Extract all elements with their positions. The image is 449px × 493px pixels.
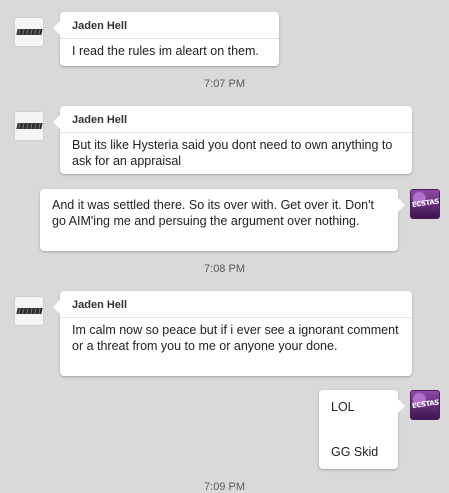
bubble-divider [60, 132, 412, 133]
brand-logo-icon [16, 308, 43, 314]
bubble-divider [60, 317, 412, 318]
sender-name: Jaden Hell [72, 299, 128, 311]
incoming-message: Jaden Hell But its like Hysteria said yo… [53, 106, 412, 174]
timestamp: 7:08 PM [204, 263, 245, 275]
user-avatar[interactable]: ECSTASY [410, 189, 440, 219]
message-text: I read the rules im aleart on them. [72, 44, 259, 58]
message-text: And it was settled there. So its over wi… [52, 198, 374, 228]
message-text: Im calm now so peace but if i ever see a… [72, 323, 399, 353]
incoming-message: Jaden Hell I read the rules im aleart on… [53, 12, 279, 66]
brand-logo-icon [16, 123, 43, 129]
bubble-divider [60, 38, 279, 39]
message-text: But its like Hysteria said you dont need… [72, 138, 393, 168]
contact-avatar[interactable] [14, 111, 44, 141]
incoming-message: Jaden Hell Im calm now so peace but if i… [53, 291, 412, 376]
contact-avatar[interactable] [14, 296, 44, 326]
sender-name: Jaden Hell [72, 114, 128, 126]
message-text-line: GG Skid [331, 445, 379, 459]
sender-name: Jaden Hell [72, 20, 128, 32]
timestamp: 7:09 PM [204, 481, 245, 493]
user-avatar[interactable]: ECSTASY [410, 390, 440, 420]
contact-avatar[interactable] [14, 17, 44, 47]
brand-logo-icon [16, 29, 43, 35]
outgoing-message: And it was settled there. So its over wi… [40, 189, 405, 251]
outgoing-message: LOL GG Skid [319, 390, 405, 469]
message-text-line: LOL [331, 400, 355, 414]
timestamp: 7:07 PM [204, 78, 245, 90]
